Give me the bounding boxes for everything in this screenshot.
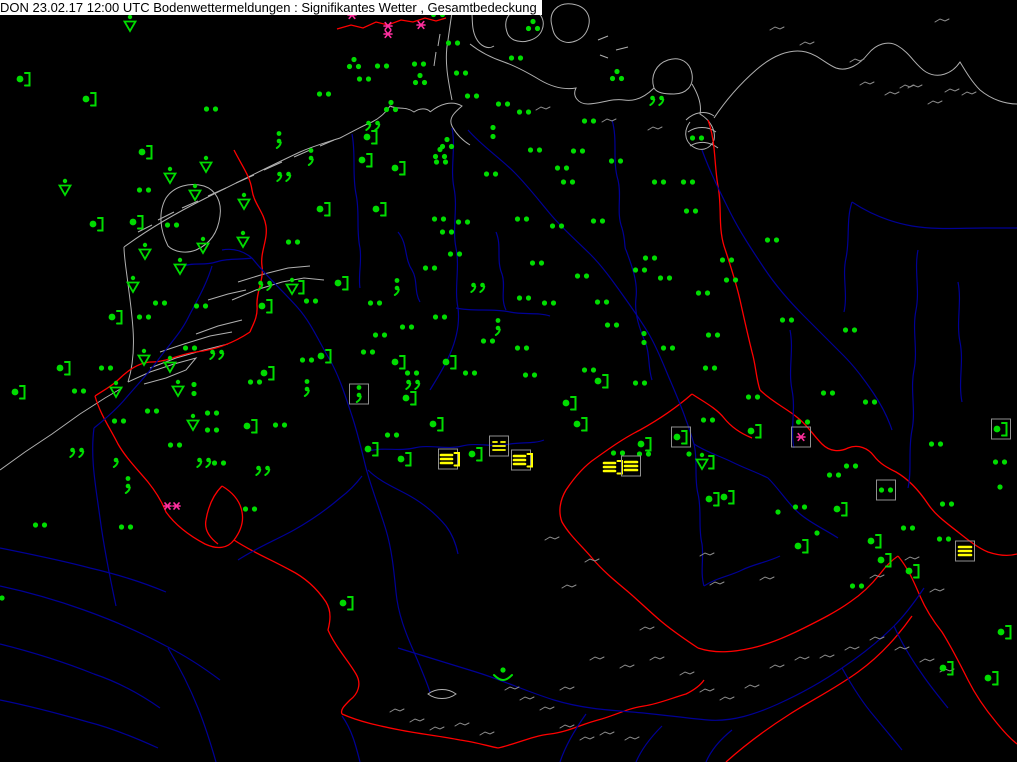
symbol-precip-dot [997, 484, 1003, 490]
weather-map [0, 0, 1017, 762]
map-title: DON 23.02.17 12:00 UTC Bodenwettermeldun… [0, 0, 537, 15]
symbol-precip-dot [686, 451, 692, 457]
weather-map-screen: DON 23.02.17 12:00 UTC Bodenwettermeldun… [0, 0, 1017, 762]
symbol-precip-dot [814, 530, 820, 536]
title-bar: DON 23.02.17 12:00 UTC Bodenwettermeldun… [0, 0, 542, 15]
symbol-precip-dot [775, 509, 781, 515]
